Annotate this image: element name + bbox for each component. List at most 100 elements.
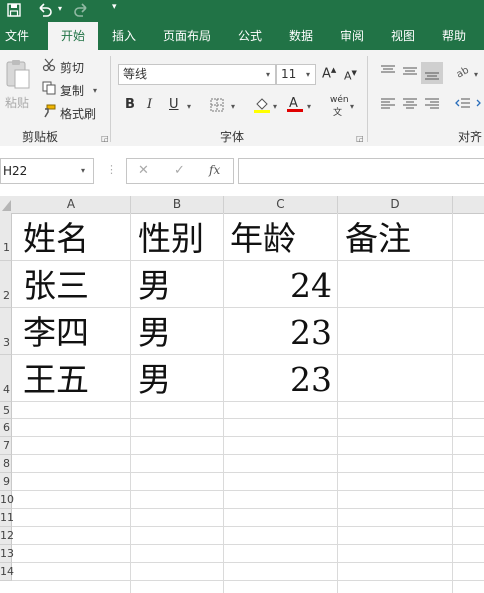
cell-c3[interactable]: 23 — [224, 310, 332, 356]
grid-line — [337, 213, 338, 593]
name-box[interactable]: H22 ▾ — [0, 158, 94, 184]
name-box-value: H22 — [3, 164, 28, 178]
cell-b2[interactable]: 男 — [138, 263, 171, 309]
alignment-group-label: 对齐 — [458, 130, 483, 144]
cell-b1[interactable]: 性别 — [138, 216, 204, 262]
row-header[interactable]: 10 — [0, 491, 14, 509]
cut-icon[interactable] — [42, 58, 56, 72]
align-bottom-button[interactable] — [421, 62, 443, 84]
bold-button[interactable]: B — [125, 97, 135, 112]
undo-dropdown-icon[interactable]: ▾ — [58, 4, 62, 13]
orientation-dropdown-icon[interactable]: ▾ — [474, 70, 478, 79]
clipboard-group-label: 剪贴板 — [22, 130, 59, 144]
font-name-select[interactable]: 等线 — [118, 64, 276, 85]
grid-line — [12, 490, 484, 491]
column-header-e[interactable] — [453, 196, 484, 213]
column-header-b[interactable]: B — [131, 196, 224, 213]
grid-line — [12, 508, 484, 509]
tab-review[interactable]: 审阅 — [332, 22, 372, 50]
cell-d1[interactable]: 备注 — [345, 216, 411, 262]
row-header[interactable]: 14 — [0, 563, 14, 581]
row-header[interactable]: 12 — [0, 527, 14, 545]
cell-c1[interactable]: 年龄 — [230, 216, 296, 262]
column-header-c[interactable]: C — [224, 196, 338, 213]
row-header[interactable]: 9 — [0, 473, 12, 491]
phonetic-dropdown-icon[interactable]: ▾ — [350, 102, 354, 111]
align-right-icon[interactable] — [424, 97, 440, 111]
row-header[interactable]: 3 — [0, 308, 12, 355]
cell-a2[interactable]: 张三 — [23, 263, 89, 309]
row-header[interactable]: 6 — [0, 419, 12, 437]
enter-formula-button[interactable]: ✓ — [174, 163, 185, 178]
align-center-icon[interactable] — [402, 97, 418, 111]
row-header[interactable]: 1 — [0, 213, 12, 261]
fill-color-dropdown-icon[interactable]: ▾ — [273, 102, 277, 111]
cell-a3[interactable]: 李四 — [23, 310, 89, 356]
grid-line — [12, 454, 484, 455]
formula-input[interactable] — [238, 158, 484, 184]
italic-button[interactable]: I — [147, 97, 152, 112]
tab-view[interactable]: 视图 — [383, 22, 423, 50]
cell-c2[interactable]: 24 — [224, 263, 332, 309]
name-box-dropdown-icon[interactable]: ▾ — [81, 166, 85, 175]
row-header[interactable]: 8 — [0, 455, 12, 473]
tab-help[interactable]: 帮助 — [434, 22, 474, 50]
copy-dropdown-icon[interactable]: ▾ — [93, 86, 97, 95]
align-top-icon[interactable] — [380, 64, 396, 78]
cell-a4[interactable]: 王五 — [23, 357, 89, 403]
font-size-dropdown-icon[interactable]: ▾ — [306, 70, 310, 79]
align-left-icon[interactable] — [380, 97, 396, 111]
save-icon[interactable] — [6, 2, 22, 18]
cell-b3[interactable]: 男 — [138, 310, 171, 356]
font-color-dropdown-icon[interactable]: ▾ — [307, 102, 311, 111]
cut-button[interactable]: 剪切 — [60, 59, 84, 76]
font-name-dropdown-icon[interactable]: ▾ — [266, 70, 270, 79]
fill-color-icon[interactable] — [253, 96, 271, 114]
redo-icon[interactable] — [72, 2, 90, 18]
align-middle-icon[interactable] — [402, 64, 418, 78]
increase-font-icon[interactable]: A▲ — [322, 66, 336, 81]
row-header[interactable]: 7 — [0, 437, 12, 455]
column-header-d[interactable]: D — [338, 196, 453, 213]
increase-indent-icon[interactable] — [476, 97, 484, 111]
select-all-corner[interactable] — [0, 196, 12, 213]
tab-file[interactable]: 文件 — [0, 22, 34, 50]
grid-line — [12, 526, 484, 527]
borders-icon[interactable] — [210, 98, 224, 112]
tab-page-layout[interactable]: 页面布局 — [158, 22, 216, 50]
cell-c4[interactable]: 23 — [224, 357, 332, 403]
decrease-indent-icon[interactable] — [455, 97, 471, 111]
copy-button[interactable]: 复制 — [60, 82, 84, 99]
cancel-formula-button[interactable]: ✕ — [138, 163, 149, 178]
underline-button[interactable]: U — [169, 97, 179, 112]
borders-dropdown-icon[interactable]: ▾ — [231, 102, 235, 111]
underline-dropdown-icon[interactable]: ▾ — [187, 102, 191, 111]
cell-b4[interactable]: 男 — [138, 357, 171, 403]
customize-toolbar-icon[interactable]: ▾ — [112, 2, 117, 12]
copy-icon[interactable] — [42, 81, 56, 95]
row-header[interactable]: 4 — [0, 355, 12, 402]
format-painter-button[interactable]: 格式刷 — [60, 105, 96, 122]
orientation-icon[interactable]: ab — [455, 65, 471, 79]
tab-home[interactable]: 开始 — [48, 22, 98, 50]
row-header[interactable]: 5 — [0, 402, 12, 419]
row-header[interactable]: 2 — [0, 261, 12, 308]
clipboard-launcher-icon[interactable]: ◲ — [101, 134, 109, 143]
cell-a1[interactable]: 姓名 — [23, 216, 89, 262]
decrease-font-icon[interactable]: A▼ — [344, 69, 357, 83]
font-launcher-icon[interactable]: ◲ — [356, 134, 364, 143]
paste-icon[interactable] — [5, 58, 31, 90]
phonetic-button[interactable]: wén — [330, 95, 349, 105]
undo-icon[interactable] — [36, 2, 54, 18]
column-header-a[interactable]: A — [12, 196, 131, 213]
tab-data[interactable]: 数据 — [281, 22, 321, 50]
font-color-icon[interactable]: A — [286, 95, 304, 113]
insert-function-button[interactable]: fx — [209, 163, 220, 177]
row-header[interactable]: 11 — [0, 509, 14, 527]
row-header[interactable]: 13 — [0, 545, 14, 563]
phonetic-char-icon: 文 — [333, 108, 343, 118]
tab-formulas[interactable]: 公式 — [230, 22, 270, 50]
tab-insert[interactable]: 插入 — [104, 22, 144, 50]
paste-button[interactable]: 粘贴 — [5, 94, 29, 111]
format-painter-icon[interactable] — [42, 104, 56, 118]
